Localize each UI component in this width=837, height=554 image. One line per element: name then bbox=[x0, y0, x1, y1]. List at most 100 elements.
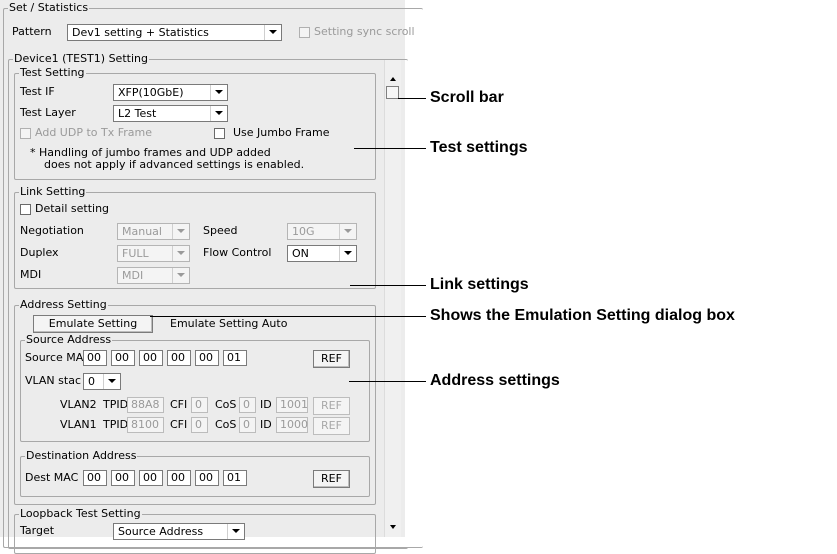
flow-control-value: ON bbox=[292, 247, 309, 260]
vlan1-tpid-label: TPID bbox=[103, 418, 129, 431]
target-label: Target bbox=[20, 524, 55, 537]
test-layer-select[interactable]: L2 Test bbox=[113, 105, 228, 122]
chevron-down-icon bbox=[264, 25, 281, 40]
address-setting-title: Address Setting bbox=[19, 298, 108, 312]
detail-setting-checkbox[interactable] bbox=[20, 204, 31, 215]
scroll-bar-callout-line bbox=[398, 98, 426, 99]
duplex-select[interactable]: FULL bbox=[117, 245, 190, 262]
settings-panel: Set / Statistics Pattern Dev1 setting + … bbox=[0, 0, 423, 554]
vlan2-id-field[interactable]: 1001 bbox=[276, 397, 308, 413]
source-mac-label: Source MAC bbox=[25, 351, 91, 364]
source-address-title: Source Address bbox=[25, 333, 113, 347]
sync-scroll-label: Setting sync scroll bbox=[314, 25, 415, 38]
scroll-bar-annotation: Scroll bar bbox=[430, 89, 504, 106]
set-statistics-title: Set / Statistics bbox=[8, 1, 90, 15]
dest-mac-octet-6[interactable]: 01 bbox=[223, 470, 247, 486]
vlan1-ref-button[interactable]: REF bbox=[313, 417, 350, 435]
flow-control-select[interactable]: ON bbox=[287, 245, 357, 262]
address-settings-annotation: Address settings bbox=[430, 372, 560, 389]
vertical-scrollbar[interactable] bbox=[384, 60, 401, 537]
source-mac-octet-6[interactable]: 01 bbox=[223, 350, 247, 366]
vlan-stack-select[interactable]: 0 bbox=[83, 373, 121, 390]
test-settings-annotation: Test settings bbox=[430, 139, 528, 156]
source-mac-octet-5[interactable]: 00 bbox=[195, 350, 219, 366]
add-udp-label: Add UDP to Tx Frame bbox=[35, 126, 152, 139]
source-ref-button[interactable]: REF bbox=[313, 350, 350, 368]
mdi-label: MDI bbox=[20, 268, 42, 281]
vlan2-tpid-field[interactable]: 88A8 bbox=[127, 397, 164, 413]
flow-control-label: Flow Control bbox=[203, 246, 272, 259]
vlan2-cos-field[interactable]: 0 bbox=[239, 397, 256, 413]
duplex-label: Duplex bbox=[20, 246, 59, 259]
dest-mac-octet-2[interactable]: 00 bbox=[111, 470, 135, 486]
chevron-down-icon bbox=[172, 246, 189, 261]
link-setting-title: Link Setting bbox=[19, 185, 87, 199]
vlan-stack-label: VLAN stac bbox=[25, 374, 81, 387]
vlan1-cfi-label: CFI bbox=[170, 418, 188, 431]
vlan1-tpid-field[interactable]: 8100 bbox=[127, 417, 164, 433]
jumbo-frame-checkbox[interactable] bbox=[214, 128, 225, 139]
negotiation-label: Negotiation bbox=[20, 224, 84, 237]
vlan1-cos-label: CoS bbox=[215, 418, 237, 431]
test-if-select[interactable]: XFP(10GbE) bbox=[113, 84, 228, 101]
scroll-down-arrow-icon[interactable] bbox=[385, 520, 401, 534]
duplex-value: FULL bbox=[122, 247, 149, 260]
negotiation-select[interactable]: Manual bbox=[117, 223, 190, 240]
vlan2-label: VLAN2 bbox=[60, 398, 97, 411]
add-udp-checkbox[interactable] bbox=[20, 128, 31, 139]
test-if-value: XFP(10GbE) bbox=[118, 86, 184, 99]
dest-mac-octet-5[interactable]: 00 bbox=[195, 470, 219, 486]
vlan1-label: VLAN1 bbox=[60, 418, 97, 431]
scroll-up-arrow-icon[interactable] bbox=[385, 72, 401, 86]
dest-mac-octet-3[interactable]: 00 bbox=[139, 470, 163, 486]
loopback-title: Loopback Test Setting bbox=[19, 507, 142, 521]
emulation-annotation: Shows the Emulation Setting dialog box bbox=[430, 307, 735, 324]
jumbo-frame-label: Use Jumbo Frame bbox=[233, 126, 330, 139]
dest-mac-octet-4[interactable]: 00 bbox=[167, 470, 191, 486]
dest-mac-octet-1[interactable]: 00 bbox=[83, 470, 107, 486]
source-mac-octet-2[interactable]: 00 bbox=[111, 350, 135, 366]
sync-scroll-checkbox[interactable] bbox=[299, 27, 310, 38]
vlan2-cfi-field[interactable]: 0 bbox=[191, 397, 208, 413]
link-settings-callout-line bbox=[350, 285, 426, 286]
emulate-auto-label: Emulate Setting Auto bbox=[170, 317, 288, 330]
dest-mac-label: Dest MAC bbox=[25, 471, 79, 484]
chevron-down-icon bbox=[210, 106, 227, 121]
vlan-stack-value: 0 bbox=[88, 375, 95, 388]
vlan2-ref-button[interactable]: REF bbox=[313, 397, 350, 415]
chevron-down-icon bbox=[339, 246, 356, 261]
test-setting-title: Test Setting bbox=[19, 66, 86, 80]
vlan1-id-label: ID bbox=[260, 418, 272, 431]
target-value: Source Address bbox=[118, 525, 204, 538]
source-mac-octet-4[interactable]: 00 bbox=[167, 350, 191, 366]
destination-address-title: Destination Address bbox=[25, 449, 138, 463]
vlan1-id-field[interactable]: 1000 bbox=[276, 417, 308, 433]
test-layer-value: L2 Test bbox=[118, 107, 157, 120]
link-settings-annotation: Link settings bbox=[430, 276, 529, 293]
vlan2-id-label: ID bbox=[260, 398, 272, 411]
speed-value: 10G bbox=[292, 225, 315, 238]
speed-select[interactable]: 10G bbox=[287, 223, 357, 240]
vlan2-cfi-label: CFI bbox=[170, 398, 188, 411]
pattern-value: Dev1 setting + Statistics bbox=[72, 26, 209, 39]
vlan1-cos-field[interactable]: 0 bbox=[239, 417, 256, 433]
vlan1-cfi-field[interactable]: 0 bbox=[191, 417, 208, 433]
source-mac-octet-3[interactable]: 00 bbox=[139, 350, 163, 366]
test-if-label: Test IF bbox=[20, 85, 55, 98]
target-select[interactable]: Source Address bbox=[113, 523, 245, 540]
pattern-select[interactable]: Dev1 setting + Statistics bbox=[67, 24, 282, 41]
vlan2-cos-label: CoS bbox=[215, 398, 237, 411]
test-settings-callout-line bbox=[354, 148, 426, 149]
chevron-down-icon bbox=[103, 374, 120, 389]
detail-setting-label: Detail setting bbox=[35, 202, 110, 215]
speed-label: Speed bbox=[203, 224, 238, 237]
device-title: Device1 (TEST1) Setting bbox=[13, 52, 149, 66]
test-note-line2: does not apply if advanced settings is e… bbox=[44, 158, 305, 171]
chevron-down-icon bbox=[172, 268, 189, 283]
chevron-down-icon bbox=[210, 85, 227, 100]
negotiation-value: Manual bbox=[122, 225, 162, 238]
source-mac-octet-1[interactable]: 00 bbox=[83, 350, 107, 366]
dest-ref-button[interactable]: REF bbox=[313, 470, 350, 488]
mdi-select[interactable]: MDI bbox=[117, 267, 190, 284]
emulate-setting-button[interactable]: Emulate Setting bbox=[33, 315, 153, 333]
